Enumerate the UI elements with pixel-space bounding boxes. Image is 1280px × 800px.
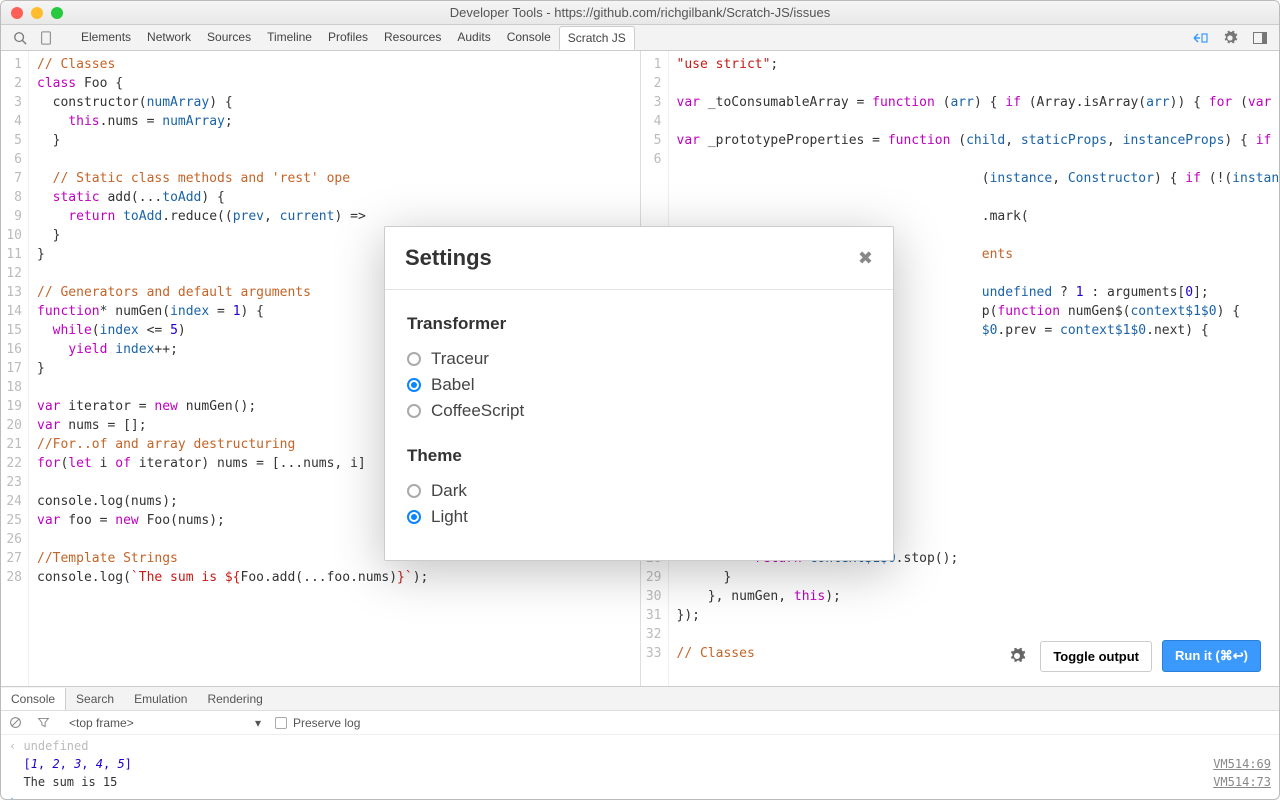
- settings-gear-icon[interactable]: [1219, 27, 1241, 49]
- source-gutter: 1 2 3 4 5 6 7 8 9 10 11 12 13 14 15 16 1…: [1, 51, 29, 686]
- tab-console[interactable]: Console: [499, 26, 559, 49]
- radio-icon[interactable]: [407, 510, 421, 524]
- settings-title: Settings: [405, 245, 492, 271]
- drawer-tabs: ConsoleSearchEmulationRendering: [1, 687, 1279, 711]
- drawer-tab-console[interactable]: Console: [1, 688, 66, 710]
- transformer-option-babel[interactable]: Babel: [407, 372, 871, 398]
- theme-heading: Theme: [407, 446, 871, 466]
- tab-audits[interactable]: Audits: [449, 26, 498, 49]
- frame-select[interactable]: <top frame> ▾: [65, 715, 265, 731]
- run-button[interactable]: Run it (⌘↩): [1162, 640, 1261, 672]
- drawer-tab-rendering[interactable]: Rendering: [197, 688, 272, 710]
- chevron-down-icon: ▾: [255, 716, 261, 730]
- maximize-window-button[interactable]: [51, 7, 63, 19]
- minimize-window-button[interactable]: [31, 7, 43, 19]
- action-buttons: Toggle output Run it (⌘↩): [1004, 640, 1261, 672]
- window-titlebar: Developer Tools - https://github.com/ric…: [1, 1, 1279, 25]
- transformer-option-coffeescript[interactable]: CoffeeScript: [407, 398, 871, 424]
- search-icon[interactable]: [9, 27, 31, 49]
- main-area: 1 2 3 4 5 6 7 8 9 10 11 12 13 14 15 16 1…: [1, 51, 1279, 686]
- tab-network[interactable]: Network: [139, 26, 199, 49]
- transformer-option-label: Traceur: [431, 349, 489, 369]
- toggle-output-button[interactable]: Toggle output: [1040, 641, 1152, 672]
- frame-select-value: <top frame>: [69, 716, 134, 730]
- tab-scratch-js[interactable]: Scratch JS: [559, 26, 635, 50]
- window-title: Developer Tools - https://github.com/ric…: [1, 5, 1279, 20]
- radio-icon[interactable]: [407, 484, 421, 498]
- tab-profiles[interactable]: Profiles: [320, 26, 376, 49]
- dock-side-icon[interactable]: [1249, 27, 1271, 49]
- preserve-log-checkbox[interactable]: [275, 717, 287, 729]
- close-icon[interactable]: ✖: [858, 248, 873, 269]
- console-controls: <top frame> ▾ Preserve log: [1, 711, 1279, 735]
- console-return-value: undefined: [23, 739, 88, 753]
- theme-option-dark[interactable]: Dark: [407, 478, 871, 504]
- theme-option-label: Light: [431, 507, 468, 527]
- devtools-toolbar: ElementsNetworkSourcesTimelineProfilesRe…: [1, 25, 1279, 51]
- console-array-output: [1, 2, 3, 4, 5]: [9, 755, 132, 773]
- clear-console-icon[interactable]: [9, 716, 27, 729]
- radio-icon[interactable]: [407, 404, 421, 418]
- panel-settings-icon[interactable]: [1004, 643, 1030, 669]
- vm-ref-link[interactable]: VM514:69: [1213, 755, 1271, 773]
- console-prompt-icon[interactable]: ›: [9, 791, 16, 799]
- radio-icon[interactable]: [407, 378, 421, 392]
- vm-ref-link[interactable]: VM514:73: [1213, 773, 1271, 791]
- transformer-option-traceur[interactable]: Traceur: [407, 346, 871, 372]
- drawer-toggle-icon[interactable]: [1189, 27, 1211, 49]
- console-drawer: ConsoleSearchEmulationRendering <top fra…: [1, 686, 1279, 799]
- filter-icon[interactable]: [37, 716, 55, 729]
- radio-icon[interactable]: [407, 352, 421, 366]
- tab-resources[interactable]: Resources: [376, 26, 449, 49]
- console-output[interactable]: ‹ undefined [1, 2, 3, 4, 5] VM514:69 The…: [1, 735, 1279, 799]
- preserve-log-label: Preserve log: [293, 716, 360, 730]
- settings-modal: Settings ✖ Transformer Traceur Babel Coffe…: [384, 226, 894, 561]
- console-text-output: The sum is 15: [9, 773, 117, 791]
- theme-option-light[interactable]: Light: [407, 504, 871, 530]
- drawer-tab-search[interactable]: Search: [66, 688, 124, 710]
- tab-elements[interactable]: Elements: [73, 26, 139, 49]
- transformer-heading: Transformer: [407, 314, 871, 334]
- device-icon[interactable]: [35, 27, 57, 49]
- transformer-option-label: Babel: [431, 375, 474, 395]
- close-window-button[interactable]: [11, 7, 23, 19]
- tab-sources[interactable]: Sources: [199, 26, 259, 49]
- drawer-tab-emulation[interactable]: Emulation: [124, 688, 197, 710]
- tab-timeline[interactable]: Timeline: [259, 26, 320, 49]
- transformer-option-label: CoffeeScript: [431, 401, 524, 421]
- theme-option-label: Dark: [431, 481, 467, 501]
